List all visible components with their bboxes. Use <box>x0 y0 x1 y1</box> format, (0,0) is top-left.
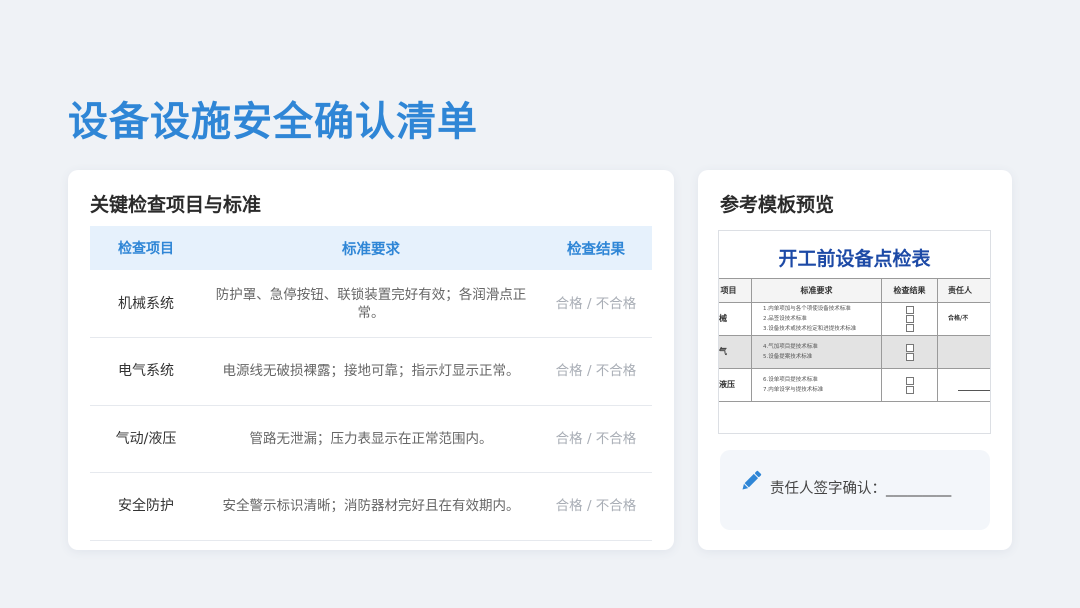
preview-col-person: 责任人 <box>937 278 990 303</box>
page-title: 设备设施安全确认清单 <box>68 99 478 145</box>
checkbox-icon <box>905 352 914 361</box>
checkbox-icon <box>905 315 914 323</box>
checklist-card: 关键检查项目与标准 检查项目 标准要求 检查结果 机械系统 防护罩、急停按钮、联… <box>68 170 674 550</box>
preview-row-standard: 4.气加项目提技术标准 5.设备提案技术标准 <box>751 335 882 369</box>
preview-col-result: 检查结果 <box>881 278 938 303</box>
row-item: 气动/液压 <box>90 405 202 473</box>
column-header-result: 检查结果 <box>540 226 652 270</box>
preview-row-person <box>937 335 990 369</box>
preview-table: 项目 标准要求 检查结果 责任人 械 1.内单项加与各个项使设备技术标准 2.品… <box>719 278 990 402</box>
preview-line: 1.内单项加与各个项使设备技术标准 <box>763 306 851 312</box>
preview-row-person <box>937 368 990 402</box>
preview-line: 6.设单项目提技术标准 <box>763 377 818 383</box>
checklist-table: 检查项目 标准要求 检查结果 机械系统 防护罩、急停按钮、联锁装置完好有效；各润… <box>90 226 652 541</box>
preview-title: 开工前设备点检表 <box>778 248 931 270</box>
table-row: 安全防护 安全警示标识清晰；消防器材完好且在有效期内。 合格 / 不合格 <box>90 472 652 541</box>
preview-row: 械 1.内单项加与各个项使设备技术标准 2.品签设技术标准 3.设备技术或技术检… <box>719 302 990 336</box>
preview-line: 5.设备提案技术标准 <box>763 354 813 360</box>
preview-row-label: 气 <box>719 335 752 369</box>
row-result: 合格 / 不合格 <box>540 337 652 406</box>
preview-row: 液压 6.设单项目提技术标准 7.内单设学与提技术标准 <box>719 368 990 402</box>
preview-checkboxes <box>881 368 938 402</box>
preview-checkboxes <box>881 335 938 369</box>
signature-label-text: 责任人签字确认： <box>770 481 886 497</box>
preview-line: 7.内单设学与提技术标准 <box>763 387 824 393</box>
preview-header-row: 项目 标准要求 检查结果 责任人 <box>719 278 990 303</box>
preview-row-person: 合格/不 <box>937 302 990 336</box>
checkbox-icon <box>905 376 914 385</box>
preview-row-label: 液压 <box>719 368 752 402</box>
table-row: 电气系统 电源线无破损裸露；接地可靠；指示灯显示正常。 合格 / 不合格 <box>90 337 652 406</box>
signature-label: 责任人签字确认：_________ <box>770 479 951 499</box>
checkbox-icon <box>905 306 914 314</box>
table-row: 机械系统 防护罩、急停按钮、联锁装置完好有效；各润滑点正常。 合格 / 不合格 <box>90 270 652 338</box>
column-header-standard: 标准要求 <box>202 226 540 270</box>
preview-row: 气 4.气加项目提技术标准 5.设备提案技术标准 <box>719 335 990 369</box>
checkbox-icon <box>905 343 914 352</box>
checklist-heading: 关键检查项目与标准 <box>90 194 262 216</box>
preview-row-standard: 6.设单项目提技术标准 7.内单设学与提技术标准 <box>751 368 882 402</box>
row-item: 机械系统 <box>90 270 202 338</box>
table-header-row: 检查项目 标准要求 检查结果 <box>90 226 652 270</box>
preview-line: 2.品签设技术标准 <box>763 316 807 322</box>
row-standard: 管路无泄漏；压力表显示在正常范围内。 <box>202 405 540 473</box>
preview-row-standard: 1.内单项加与各个项使设备技术标准 2.品签设技术标准 3.设备技术或技术检定和… <box>751 302 882 336</box>
template-preview-card: 参考模板预览 开工前设备点检表 项目 标准要求 检查结果 责任人 械 1.内单项… <box>698 170 1012 550</box>
table-row: 气动/液压 管路无泄漏；压力表显示在正常范围内。 合格 / 不合格 <box>90 405 652 473</box>
signature-box: 责任人签字确认：_________ <box>720 450 990 530</box>
row-item: 安全防护 <box>90 472 202 541</box>
checkbox-icon <box>905 385 914 394</box>
template-preview-heading: 参考模板预览 <box>720 194 835 216</box>
row-standard: 电源线无破损裸露；接地可靠；指示灯显示正常。 <box>202 337 540 406</box>
preview-col-item: 项目 <box>719 278 752 303</box>
column-header-item: 检查项目 <box>90 226 202 270</box>
preview-checkboxes <box>881 302 938 336</box>
row-standard: 防护罩、急停按钮、联锁装置完好有效；各润滑点正常。 <box>202 270 540 338</box>
preview-line: 3.设备技术或技术检定和进提技术标准 <box>763 326 857 332</box>
preview-line: 4.气加项目提技术标准 <box>763 344 818 350</box>
row-result: 合格 / 不合格 <box>540 270 652 338</box>
preview-col-standard: 标准要求 <box>751 278 882 303</box>
signature-blank: _________ <box>886 481 952 497</box>
pencil-icon <box>742 470 762 490</box>
checkbox-icon <box>905 324 914 332</box>
row-result: 合格 / 不合格 <box>540 405 652 473</box>
row-result: 合格 / 不合格 <box>540 472 652 541</box>
signature-line <box>958 389 990 391</box>
row-standard: 安全警示标识清晰；消防器材完好且在有效期内。 <box>202 472 540 541</box>
preview-row-label: 械 <box>719 302 752 336</box>
template-preview-image: 开工前设备点检表 项目 标准要求 检查结果 责任人 械 1.内单项加与各个项使设… <box>718 230 991 434</box>
row-item: 电气系统 <box>90 337 202 406</box>
